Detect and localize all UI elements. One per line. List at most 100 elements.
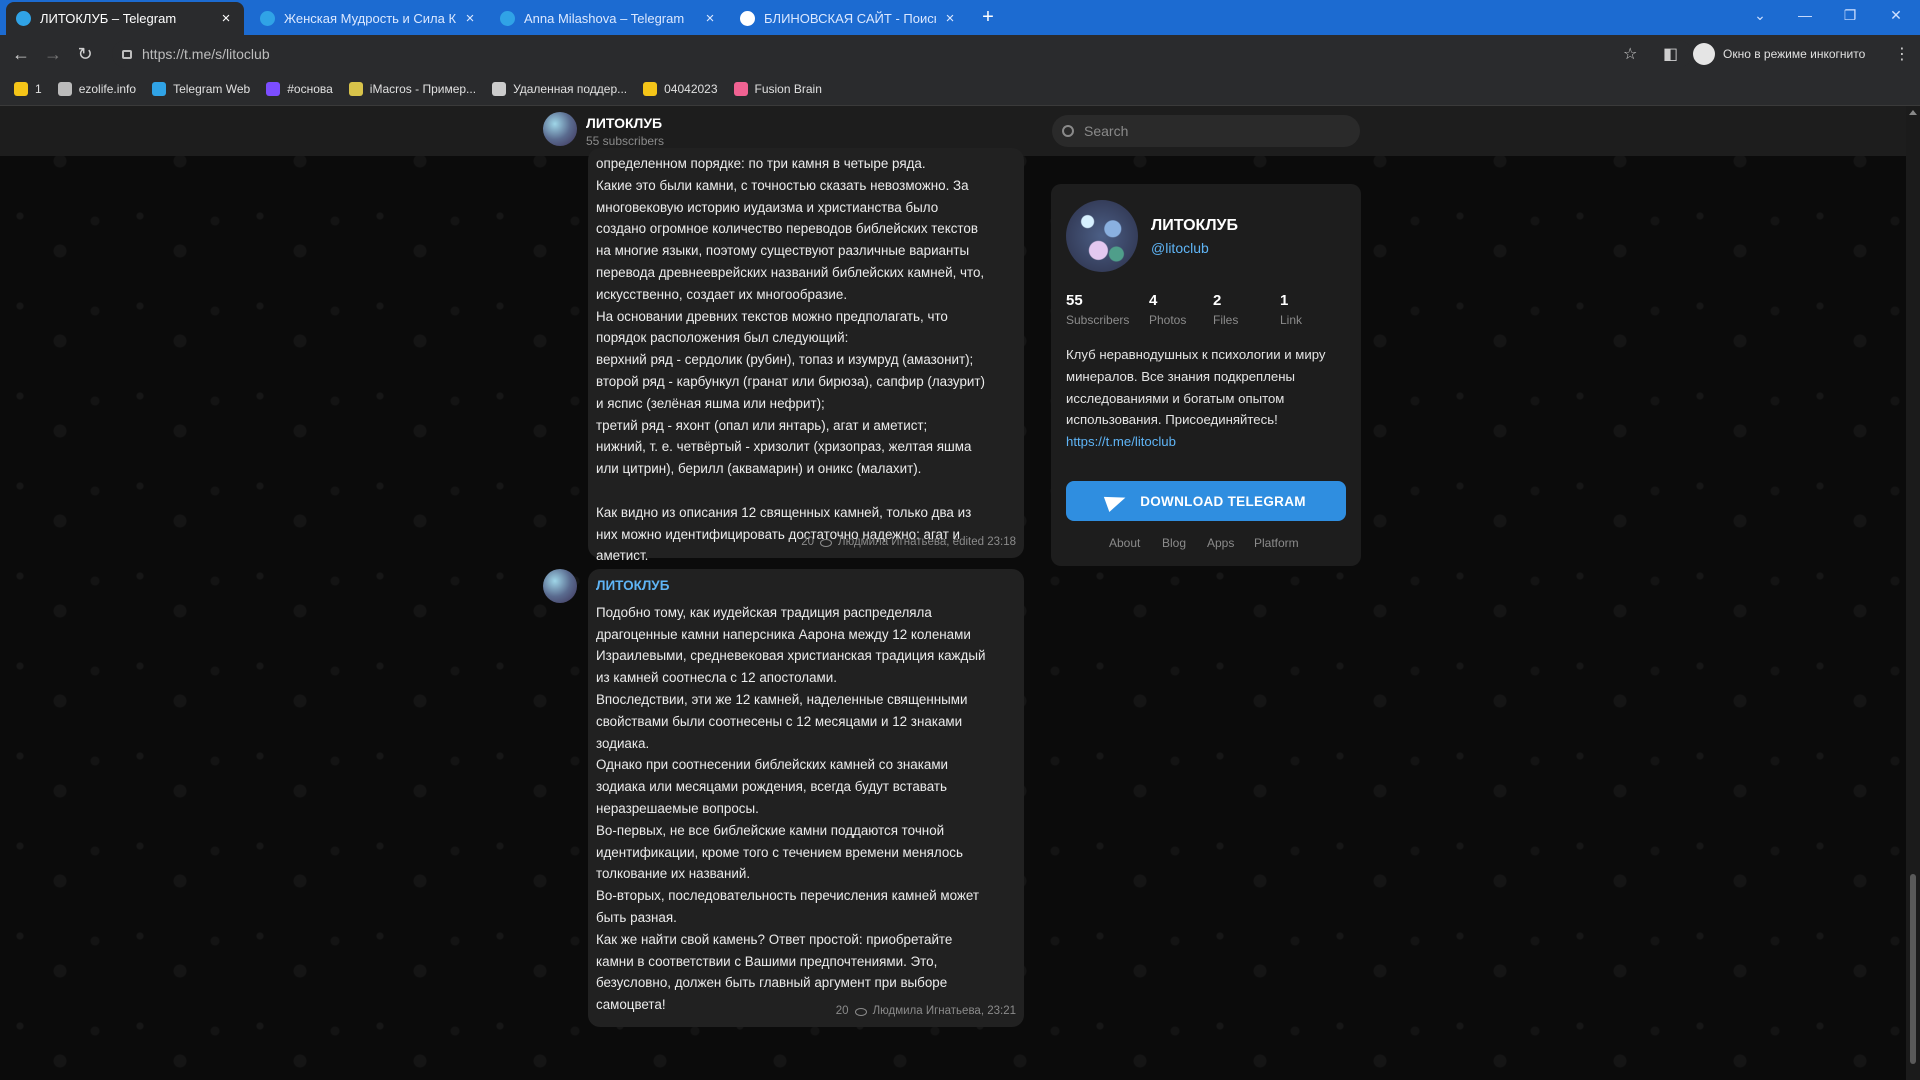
scroll-up-icon[interactable] <box>1909 110 1917 115</box>
back-icon[interactable]: ← <box>10 44 32 64</box>
stat-photos[interactable]: 4 Photos <box>1149 292 1186 327</box>
telegram-icon <box>152 82 167 96</box>
bookmark-item[interactable]: #основа <box>266 82 333 96</box>
imacros-icon <box>348 82 363 96</box>
footer-apps-link[interactable]: Apps <box>1207 536 1234 550</box>
message-line: Во-вторых, последовательность перечислен… <box>596 888 980 904</box>
message-line: многовековую историю иудаизма и христиан… <box>596 199 939 215</box>
message-avatar[interactable] <box>543 569 577 603</box>
url-text: https://t.me/s/litoclub <box>142 46 270 62</box>
close-window-icon[interactable]: ✕ <box>1886 7 1906 24</box>
forward-icon[interactable]: → <box>42 44 64 64</box>
page-scrollbar[interactable] <box>1906 106 1920 1080</box>
message-line: Какие это были камни, с точностью сказат… <box>596 177 969 193</box>
tab-close-icon[interactable]: × <box>218 10 234 27</box>
eye-icon <box>820 539 833 548</box>
stat-label: Files <box>1213 313 1239 327</box>
browser-toolbar: ← → ↻ https://t.me/s/litoclub ☆ ◧ Окно в… <box>0 35 1920 73</box>
bookmark-item[interactable]: Удаленная поддер... <box>492 82 627 96</box>
telegram-plane-icon <box>1104 490 1129 512</box>
reload-icon[interactable]: ↻ <box>74 44 96 64</box>
bookmark-label: #основа <box>287 82 333 96</box>
message-meta: 20 Людмила Игнатьева, edited 23:18 <box>801 532 1016 554</box>
message-line: драгоценные камни наперсника Аарона межд… <box>596 626 971 642</box>
scrollbar-thumb[interactable] <box>1910 874 1916 1064</box>
maximize-icon[interactable]: ❐ <box>1840 7 1860 24</box>
channel-avatar[interactable] <box>543 112 577 146</box>
description-line: использования. Присоединяйтесь! <box>1066 412 1278 428</box>
bookmark-item[interactable]: Fusion Brain <box>733 82 822 96</box>
channel-info-handle[interactable]: @litoclub <box>1151 240 1209 256</box>
tab-close-icon[interactable]: × <box>702 10 718 27</box>
tab-label: Anna Milashova – Telegram <box>524 11 685 26</box>
bookmark-item[interactable]: iMacros - Пример... <box>348 82 477 96</box>
stat-links[interactable]: 1 Link <box>1280 292 1302 327</box>
incognito-icon <box>1693 43 1715 65</box>
message-line: или цитрин), берилл (аквамарин) и оникс … <box>596 461 922 477</box>
tab-close-icon[interactable]: × <box>462 10 478 27</box>
message-line: камни в соответствии с Вашими предпочтен… <box>596 953 938 969</box>
message-line: толкование их названий. <box>596 866 751 882</box>
footer-blog-link[interactable]: Blog <box>1162 536 1186 550</box>
bookmark-item[interactable]: 04042023 <box>643 82 718 96</box>
tab-close-icon[interactable]: × <box>942 10 958 27</box>
message-line: Подобно тому, как иудейская традиция рас… <box>596 604 932 620</box>
tab-label: ЛИТОКЛУБ – Telegram <box>40 11 177 26</box>
bookmark-label: iMacros - Пример... <box>369 82 477 96</box>
channel-link[interactable]: https://t.me/litoclub <box>1066 431 1351 453</box>
message-line: порядок расположения был следующий: <box>596 330 849 346</box>
browser-tabstrip: ЛИТОКЛУБ – Telegram × Женская Мудрость и… <box>0 0 1920 35</box>
stat-value: 55 <box>1066 292 1083 309</box>
bookmarks-bar: 1 ezolife.info Telegram Web #основа iMacros … <box>0 73 1920 106</box>
channel-name[interactable]: ЛИТОКЛУБ <box>586 115 662 131</box>
bookmark-item[interactable]: Telegram Web <box>152 82 250 96</box>
eye-icon <box>854 1008 867 1017</box>
tab-litoclub[interactable]: ЛИТОКЛУБ – Telegram × <box>6 2 244 35</box>
tab-women-wisdom[interactable]: Женская Мудрость и Сила Кри × <box>250 2 488 35</box>
message-line: верхний ряд - сердолик (рубин), топаз и … <box>596 352 974 368</box>
bookmark-item[interactable]: 1 <box>14 82 42 96</box>
stat-files[interactable]: 2 Files <box>1213 292 1238 327</box>
message-author[interactable]: ЛИТОКЛУБ <box>596 575 1014 597</box>
site-icon <box>266 82 281 96</box>
side-panel-icon[interactable]: ◧ <box>1663 44 1678 64</box>
message-line: безусловно, должен быть главный аргумент… <box>596 975 948 991</box>
footer-platform-link[interactable]: Platform <box>1254 536 1299 550</box>
message-bubble: определенном порядке: по три камня в чет… <box>588 148 1024 563</box>
minimize-icon[interactable]: — <box>1795 7 1815 23</box>
message-line: второй ряд - карбункул (гранат или бирюз… <box>596 373 986 389</box>
message-line: быть разная. <box>596 909 677 925</box>
new-tab-button[interactable]: + <box>977 6 999 29</box>
stat-value: 4 <box>1149 292 1158 309</box>
search-icon <box>1062 125 1074 137</box>
bookmark-item[interactable]: ezolife.info <box>57 82 136 96</box>
download-label: DOWNLOAD TELEGRAM <box>1140 493 1306 509</box>
message-line: перевода древнееврейских названий библей… <box>596 264 985 280</box>
bookmark-star-icon[interactable]: ☆ <box>1623 44 1637 64</box>
message-line: Во-первых, не все библейские камни подда… <box>596 822 945 838</box>
address-bar[interactable]: https://t.me/s/litoclub <box>112 40 1692 68</box>
footer-about-link[interactable]: About <box>1109 536 1140 550</box>
message-meta: 20 Людмила Игнатьева, 23:21 <box>836 1001 1016 1023</box>
message-text: Подобно тому, как иудейская традиция рас… <box>596 602 1014 1016</box>
brain-icon <box>733 82 748 96</box>
telegram-icon <box>500 11 515 26</box>
search-box[interactable] <box>1052 115 1360 147</box>
tab-blinovskaya[interactable]: БЛИНОВСКАЯ САЙТ - Поиск в × <box>730 2 968 35</box>
tab-search-icon[interactable]: ⌄ <box>1750 7 1770 24</box>
incognito-indicator[interactable]: Окно в режиме инкогнито <box>1693 41 1865 67</box>
menu-icon[interactable]: ⋮ <box>1894 44 1910 64</box>
bookmark-label: Fusion Brain <box>754 82 822 96</box>
message-signature: Людмила Игнатьева, 23:21 <box>872 1005 1016 1018</box>
download-telegram-button[interactable]: DOWNLOAD TELEGRAM <box>1066 481 1346 521</box>
message-line: нижний, т. е. четвёртый - хризолит (хриз… <box>596 439 972 455</box>
stat-subscribers[interactable]: 55 Subscribers <box>1066 292 1129 327</box>
tab-anna-milashova[interactable]: Anna Milashova – Telegram × <box>490 2 728 35</box>
views-count: 20 <box>801 536 815 549</box>
message-line <box>596 480 1014 502</box>
search-input[interactable] <box>1084 123 1334 139</box>
remote-icon <box>492 82 507 96</box>
message-line: свойствами были соотнесены с 12 месяцами… <box>596 713 963 729</box>
telegram-icon <box>260 11 275 26</box>
message-line: из камней соотнесла с 12 апостолами. <box>596 670 837 686</box>
